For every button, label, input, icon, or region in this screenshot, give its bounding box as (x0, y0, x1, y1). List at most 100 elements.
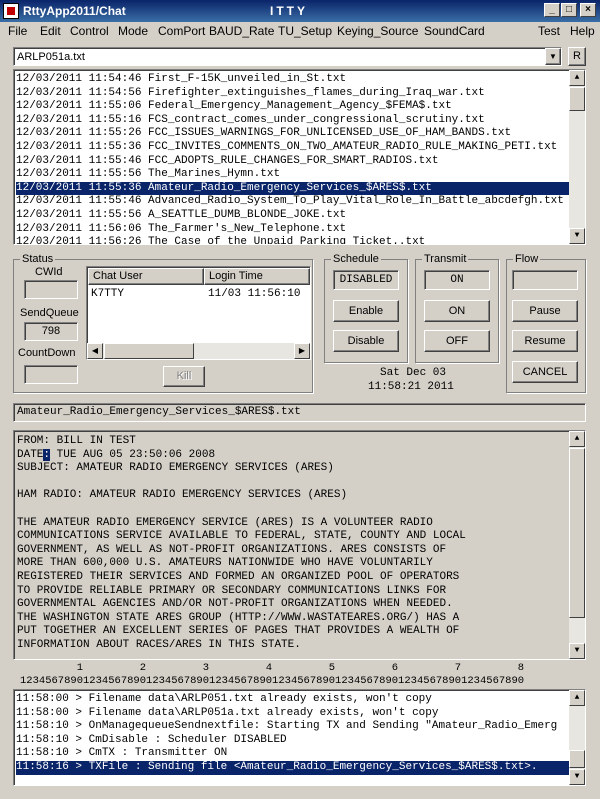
pause-button[interactable]: Pause (512, 300, 578, 322)
menu-test[interactable]: Test (538, 24, 560, 38)
message-body-line: TO PROVIDE RELIABLE PRIMARY OR SECONDARY… (17, 584, 447, 597)
scroll-down-icon[interactable]: ▼ (569, 228, 585, 244)
disable-button[interactable]: Disable (333, 330, 399, 352)
chevron-down-icon[interactable]: ▼ (545, 48, 561, 65)
file-list-item[interactable]: 12/03/2011 11:55:06 Federal_Emergency_Ma… (16, 100, 571, 114)
log-line[interactable]: 11:58:10 > CmTX : Transmitter ON (16, 747, 571, 761)
scroll-down-icon[interactable]: ▼ (569, 769, 585, 785)
message-body-line: GOVERNMENT, AS WELL AS NOT-PROFIT ORGANI… (17, 543, 447, 556)
message-body-line: INFORMATION ABOUT RACES/ARES IN THIS STA… (17, 638, 301, 651)
scroll-right-icon[interactable]: ▶ (294, 343, 310, 359)
message-body-line: MORE THAN 600,000 U.S. AMATEURS NATIONWI… (17, 557, 433, 570)
log-scrollbar[interactable]: ▲ ▼ (569, 690, 585, 785)
scroll-thumb[interactable] (569, 448, 585, 618)
scroll-thumb-h[interactable] (104, 343, 194, 359)
chat-user-login-time[interactable]: 11/03 11:56:10 (208, 288, 300, 300)
file-list-item[interactable]: 12/03/2011 11:55:46 Advanced_Radio_Syste… (16, 195, 571, 209)
log-line[interactable]: 11:58:10 > OnManagequeueSendnextfile: St… (16, 720, 571, 734)
app-icon[interactable] (3, 3, 19, 19)
scroll-up-icon[interactable]: ▲ (569, 70, 585, 86)
menu-baud-rate[interactable]: BAUD_Rate (209, 24, 274, 38)
chat-user-list[interactable]: Chat User Login Time K7TTY 11/03 11:56:1… (86, 266, 311, 360)
file-list-item[interactable]: 12/03/2011 11:55:46 FCC_ADOPTS_RULE_CHAN… (16, 155, 571, 169)
message-date: DATE: TUE AUG 05 23:50:06 2008 (17, 448, 567, 463)
current-time: 11:58:21 2011 (368, 381, 454, 393)
scroll-up-icon[interactable]: ▲ (569, 690, 585, 706)
file-list-item[interactable]: 12/03/2011 11:55:36 FCC_INVITES_COMMENTS… (16, 141, 571, 155)
sendqueue-label: SendQueue (20, 307, 79, 319)
file-list-item[interactable]: 12/03/2011 11:55:36 Amateur_Radio_Emerge… (16, 181, 571, 196)
scroll-left-icon[interactable]: ◀ (87, 343, 103, 359)
log-line[interactable]: 11:58:00 > Filename data\ARLP051a.txt al… (16, 707, 571, 721)
chat-user-name[interactable]: K7TTY (91, 288, 124, 300)
title-bar[interactable]: RttyApp2011/Chat ITTY _ □ × (0, 0, 600, 22)
log-list[interactable]: 11:58:00 > Filename data\ARLP051.txt alr… (13, 689, 586, 786)
maximize-icon[interactable]: □ (561, 3, 577, 17)
menu-file[interactable]: File (8, 24, 27, 38)
file-list-item[interactable]: 12/03/2011 11:56:26 The_Case_of_the_Unpa… (16, 236, 571, 244)
status-label: Status (20, 253, 56, 265)
transmit-off-button[interactable]: OFF (424, 330, 490, 352)
file-list-item[interactable]: 12/03/2011 11:56:06 The_Farmer's_New_Tel… (16, 223, 571, 237)
file-list-item[interactable]: 12/03/2011 11:55:16 FCS_contract_comes_u… (16, 114, 571, 128)
message-subject: SUBJECT: AMATEUR RADIO EMERGENCY SERVICE… (17, 462, 334, 475)
countdown-field (24, 365, 78, 384)
chat-user-header[interactable]: Chat User (88, 268, 204, 285)
transmit-on-button[interactable]: ON (424, 300, 490, 322)
countdown-label: CountDown (18, 347, 76, 359)
scroll-thumb[interactable] (569, 750, 585, 768)
log-line[interactable]: 11:58:16 > TXFile : Sending file <Amateu… (16, 760, 571, 775)
cwid-label: CWId (35, 266, 63, 278)
file-list-item[interactable]: 12/03/2011 11:54:46 First_F-15K_unveiled… (16, 73, 571, 87)
file-combo-value: ARLP051a.txt (17, 51, 85, 63)
ruler-tens: 1 2 3 4 5 6 7 8 (20, 662, 525, 674)
message-from: FROM: BILL IN TEST (17, 435, 136, 447)
resume-button[interactable]: Resume (512, 330, 578, 352)
file-list-item[interactable]: 12/03/2011 11:55:56 A_SEATTLE_DUMB_BLOND… (16, 209, 571, 223)
kill-button[interactable]: Kill (163, 366, 205, 387)
file-combo[interactable]: ARLP051a.txt ▼ (13, 47, 562, 66)
close-icon[interactable]: × (580, 3, 596, 17)
menu-tu-setup[interactable]: TU_Setup (278, 24, 332, 38)
scroll-thumb[interactable] (569, 87, 585, 111)
menu-mode[interactable]: Mode (118, 24, 148, 38)
minimize-icon[interactable]: _ (544, 3, 560, 17)
log-line[interactable]: 11:58:10 > CmDisable : Scheduler DISABLE… (16, 734, 571, 748)
menu-bar: File Edit Control Mode ComPort BAUD_Rate… (0, 22, 600, 40)
window-center-title: ITTY (270, 4, 308, 18)
cancel-button[interactable]: CANCEL (512, 361, 578, 383)
file-list-item[interactable]: 12/03/2011 11:55:56 The_Marines_Hymn.txt (16, 168, 571, 182)
scroll-up-icon[interactable]: ▲ (569, 431, 585, 447)
file-list-item[interactable]: 12/03/2011 11:55:26 FCC_ISSUES_WARNINGS_… (16, 127, 571, 141)
transmit-state: ON (424, 270, 490, 290)
transmit-label: Transmit (422, 253, 469, 265)
menu-edit[interactable]: Edit (40, 24, 61, 38)
file-list[interactable]: 12/03/2011 11:54:46 First_F-15K_unveiled… (13, 69, 586, 245)
current-file-field[interactable]: Amateur_Radio_Emergency_Services_$ARES$.… (13, 403, 586, 422)
message-scrollbar[interactable]: ▲ ▼ (569, 431, 585, 659)
cwid-field (24, 280, 78, 299)
refresh-button[interactable]: R (568, 47, 586, 66)
message-body-line: THE WASHINGTON STATE ARES GROUP (HTTP://… (17, 611, 460, 624)
enable-button[interactable]: Enable (333, 300, 399, 322)
message-body-line: GOVERNMENTAL AGENCIES AND/OR NOT-PROFIT … (17, 598, 453, 611)
flow-label: Flow (513, 253, 541, 265)
message-body-line: REGISTERED THEIR SERVICES AND FORMED AN … (17, 570, 460, 583)
current-date: Sat Dec 03 (380, 367, 447, 379)
log-line[interactable]: 11:58:00 > Filename data\ARLP051.txt alr… (16, 693, 571, 707)
menu-control[interactable]: Control (70, 24, 109, 38)
chat-list-h-scrollbar[interactable]: ◀ ▶ (87, 343, 310, 359)
message-body-line: PUT TOGETHER AN EXCELLENT SERIES OF PAGE… (17, 625, 460, 638)
scroll-down-icon[interactable]: ▼ (569, 643, 585, 659)
menu-help[interactable]: Help (570, 24, 595, 38)
menu-keying-source[interactable]: Keying_Source (337, 24, 418, 38)
file-list-item[interactable]: 12/03/2011 11:54:56 Firefighter_extingui… (16, 87, 571, 101)
message-text[interactable]: FROM: BILL IN TEST DATE: TUE AUG 05 23:5… (13, 430, 586, 660)
file-list-scrollbar[interactable]: ▲ ▼ (569, 70, 585, 244)
window-title: RttyApp2011/Chat (23, 4, 126, 18)
message-body-line: THE AMATEUR RADIO EMERGENCY SERVICE (ARE… (17, 516, 433, 529)
menu-soundcard[interactable]: SoundCard (424, 24, 485, 38)
flow-state (512, 270, 578, 290)
login-time-header[interactable]: Login Time (204, 268, 310, 285)
menu-comport[interactable]: ComPort (158, 24, 205, 38)
